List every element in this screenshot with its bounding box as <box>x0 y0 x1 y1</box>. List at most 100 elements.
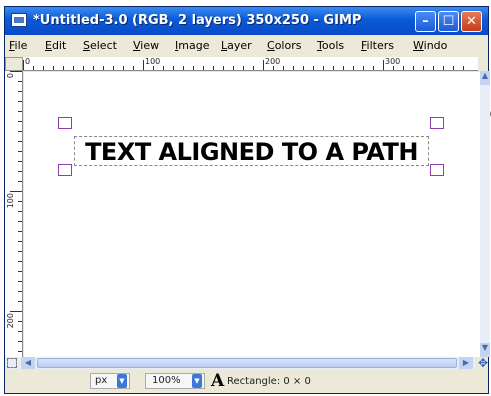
menu-edit[interactable]: Edit <box>45 39 66 52</box>
ruler-label: 300 <box>385 57 401 66</box>
ruler-tick <box>453 66 454 70</box>
menu-bar: File Edit Select View Image Layer Colors… <box>5 35 488 57</box>
status-bar: px ▼ 100% ▼ A Rectangle: 0 × 0 <box>5 370 488 393</box>
ruler-tick <box>63 66 64 70</box>
horizontal-scrollbar[interactable]: ◀ ▶ <box>5 357 475 369</box>
ruler-label: 200 <box>265 57 281 66</box>
menu-file[interactable]: File <box>9 39 27 52</box>
ruler-tick <box>133 66 134 70</box>
ruler-tick <box>153 66 154 70</box>
ruler-tick <box>293 66 294 70</box>
scrollbar-thumb[interactable] <box>37 358 457 368</box>
unit-dropdown[interactable]: px ▼ <box>90 373 130 389</box>
maximize-button[interactable]: ☐ <box>438 11 459 32</box>
close-button[interactable]: ✕ <box>461 11 482 32</box>
ruler-tick <box>283 66 284 70</box>
ruler-tick <box>18 261 22 262</box>
ruler-tick <box>183 66 184 70</box>
ruler-tick <box>10 311 22 312</box>
ruler-tick <box>18 331 22 332</box>
scroll-right-arrow-icon[interactable]: ▶ <box>459 357 473 369</box>
menu-layer[interactable]: Layer <box>221 39 252 52</box>
ruler-tick <box>83 66 84 70</box>
menu-filters[interactable]: Filters <box>361 39 394 52</box>
ruler-tick <box>18 301 22 302</box>
ruler-tick <box>43 66 44 70</box>
text-layer-content: TEXT ALIGNED TO A PATH <box>85 138 418 166</box>
quick-mask-menu-button[interactable] <box>5 57 23 71</box>
ruler-tick <box>263 60 264 70</box>
ruler-tick <box>18 321 22 322</box>
vertical-scrollbar[interactable]: ▲ ▼ <box>480 71 490 357</box>
ruler-tick <box>18 131 22 132</box>
menu-colors[interactable]: Colors <box>267 39 301 52</box>
image-canvas[interactable]: TEXT ALIGNED TO A PATH <box>24 72 480 357</box>
unit-value: px <box>95 375 108 386</box>
scroll-down-arrow-icon[interactable]: ▼ <box>480 343 490 357</box>
ruler-tick <box>253 66 254 70</box>
horizontal-ruler[interactable]: 0 100 200 300 <box>23 57 491 119</box>
ruler-tick <box>18 171 22 172</box>
ruler-tick <box>18 91 22 92</box>
ruler-label: 100 <box>6 193 15 209</box>
ruler-tick <box>233 66 234 70</box>
ruler-tick <box>403 66 404 70</box>
chevron-down-icon: ▼ <box>117 374 127 388</box>
ruler-tick <box>193 66 194 70</box>
ruler-tick <box>18 231 22 232</box>
quick-mask-toggle-icon[interactable] <box>7 358 17 368</box>
scroll-left-arrow-icon[interactable]: ◀ <box>21 357 35 369</box>
minimize-button[interactable]: – <box>415 11 436 32</box>
ruler-tick <box>23 60 24 70</box>
resize-handle-bottom-left[interactable] <box>58 164 72 176</box>
ruler-tick <box>173 66 174 70</box>
ruler-tick <box>10 191 22 192</box>
vertical-ruler[interactable]: 0 100 200 <box>5 71 23 359</box>
title-bar[interactable]: *Untitled-3.0 (RGB, 2 layers) 350x250 - … <box>5 7 488 35</box>
navigate-icon[interactable]: ✥ <box>477 357 489 369</box>
resize-handle-top-right[interactable] <box>430 117 444 129</box>
scroll-up-arrow-icon[interactable]: ▲ <box>480 71 490 85</box>
text-tool-icon: A <box>211 371 225 391</box>
ruler-tick <box>343 66 344 70</box>
ruler-tick <box>353 66 354 70</box>
status-message: Rectangle: 0 × 0 <box>227 376 311 387</box>
ruler-tick <box>18 281 22 282</box>
ruler-tick <box>18 151 22 152</box>
menu-windows[interactable]: Windo <box>413 39 447 52</box>
ruler-tick <box>243 66 244 70</box>
ruler-tick <box>18 271 22 272</box>
gimp-app-icon[interactable] <box>11 13 27 27</box>
ruler-tick <box>463 66 464 70</box>
menu-view[interactable]: View <box>133 39 159 52</box>
ruler-label: 0 <box>25 57 31 66</box>
chevron-down-icon: ▼ <box>192 374 202 388</box>
ruler-tick <box>103 66 104 70</box>
ruler-tick <box>413 66 414 70</box>
menu-select[interactable]: Select <box>83 39 117 52</box>
ruler-tick <box>18 81 22 82</box>
ruler-tick <box>18 211 22 212</box>
resize-handle-bottom-right[interactable] <box>430 164 444 176</box>
ruler-tick <box>18 251 22 252</box>
zoom-dropdown[interactable]: 100% ▼ <box>145 373 205 389</box>
menu-tools[interactable]: Tools <box>317 39 344 52</box>
ruler-tick <box>18 181 22 182</box>
ruler-tick <box>333 66 334 70</box>
ruler-tick <box>18 141 22 142</box>
ruler-tick <box>10 71 22 72</box>
ruler-tick <box>393 66 394 70</box>
ruler-label: 200 <box>6 313 15 329</box>
ruler-tick <box>18 241 22 242</box>
ruler-tick <box>33 66 34 70</box>
ruler-tick <box>443 66 444 70</box>
menu-image[interactable]: Image <box>175 39 209 52</box>
ruler-tick <box>73 66 74 70</box>
zoom-value: 100% <box>152 375 181 386</box>
ruler-tick <box>433 66 434 70</box>
ruler-tick <box>383 60 384 70</box>
text-layer-boundary[interactable]: TEXT ALIGNED TO A PATH <box>74 136 429 166</box>
ruler-tick <box>18 341 22 342</box>
resize-handle-top-left[interactable] <box>58 117 72 129</box>
ruler-tick <box>18 351 22 352</box>
